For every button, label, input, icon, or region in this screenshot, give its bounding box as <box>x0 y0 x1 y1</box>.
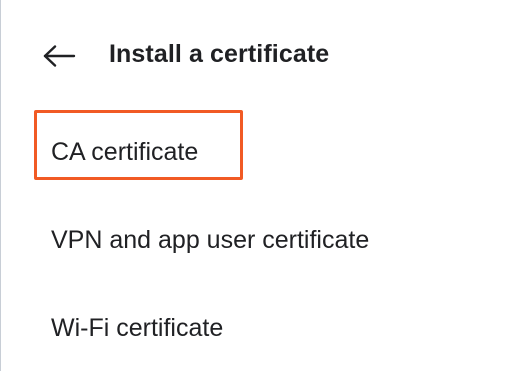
page-title: Install a certificate <box>109 40 330 68</box>
list-item-label: Wi-Fi certificate <box>51 314 224 342</box>
list-item-label: VPN and app user certificate <box>51 226 370 254</box>
install-certificate-screen: Install a certificate CA certificate VPN… <box>0 0 507 371</box>
list-item-label: CA certificate <box>51 138 199 166</box>
back-button[interactable] <box>37 36 81 76</box>
arrow-left-icon <box>43 45 76 67</box>
top-app-bar: Install a certificate <box>1 28 507 84</box>
list-item-wifi-certificate[interactable]: Wi-Fi certificate <box>1 284 507 371</box>
list-item-ca-certificate[interactable]: CA certificate <box>1 108 507 196</box>
list-item-vpn-app-user-certificate[interactable]: VPN and app user certificate <box>1 196 507 284</box>
